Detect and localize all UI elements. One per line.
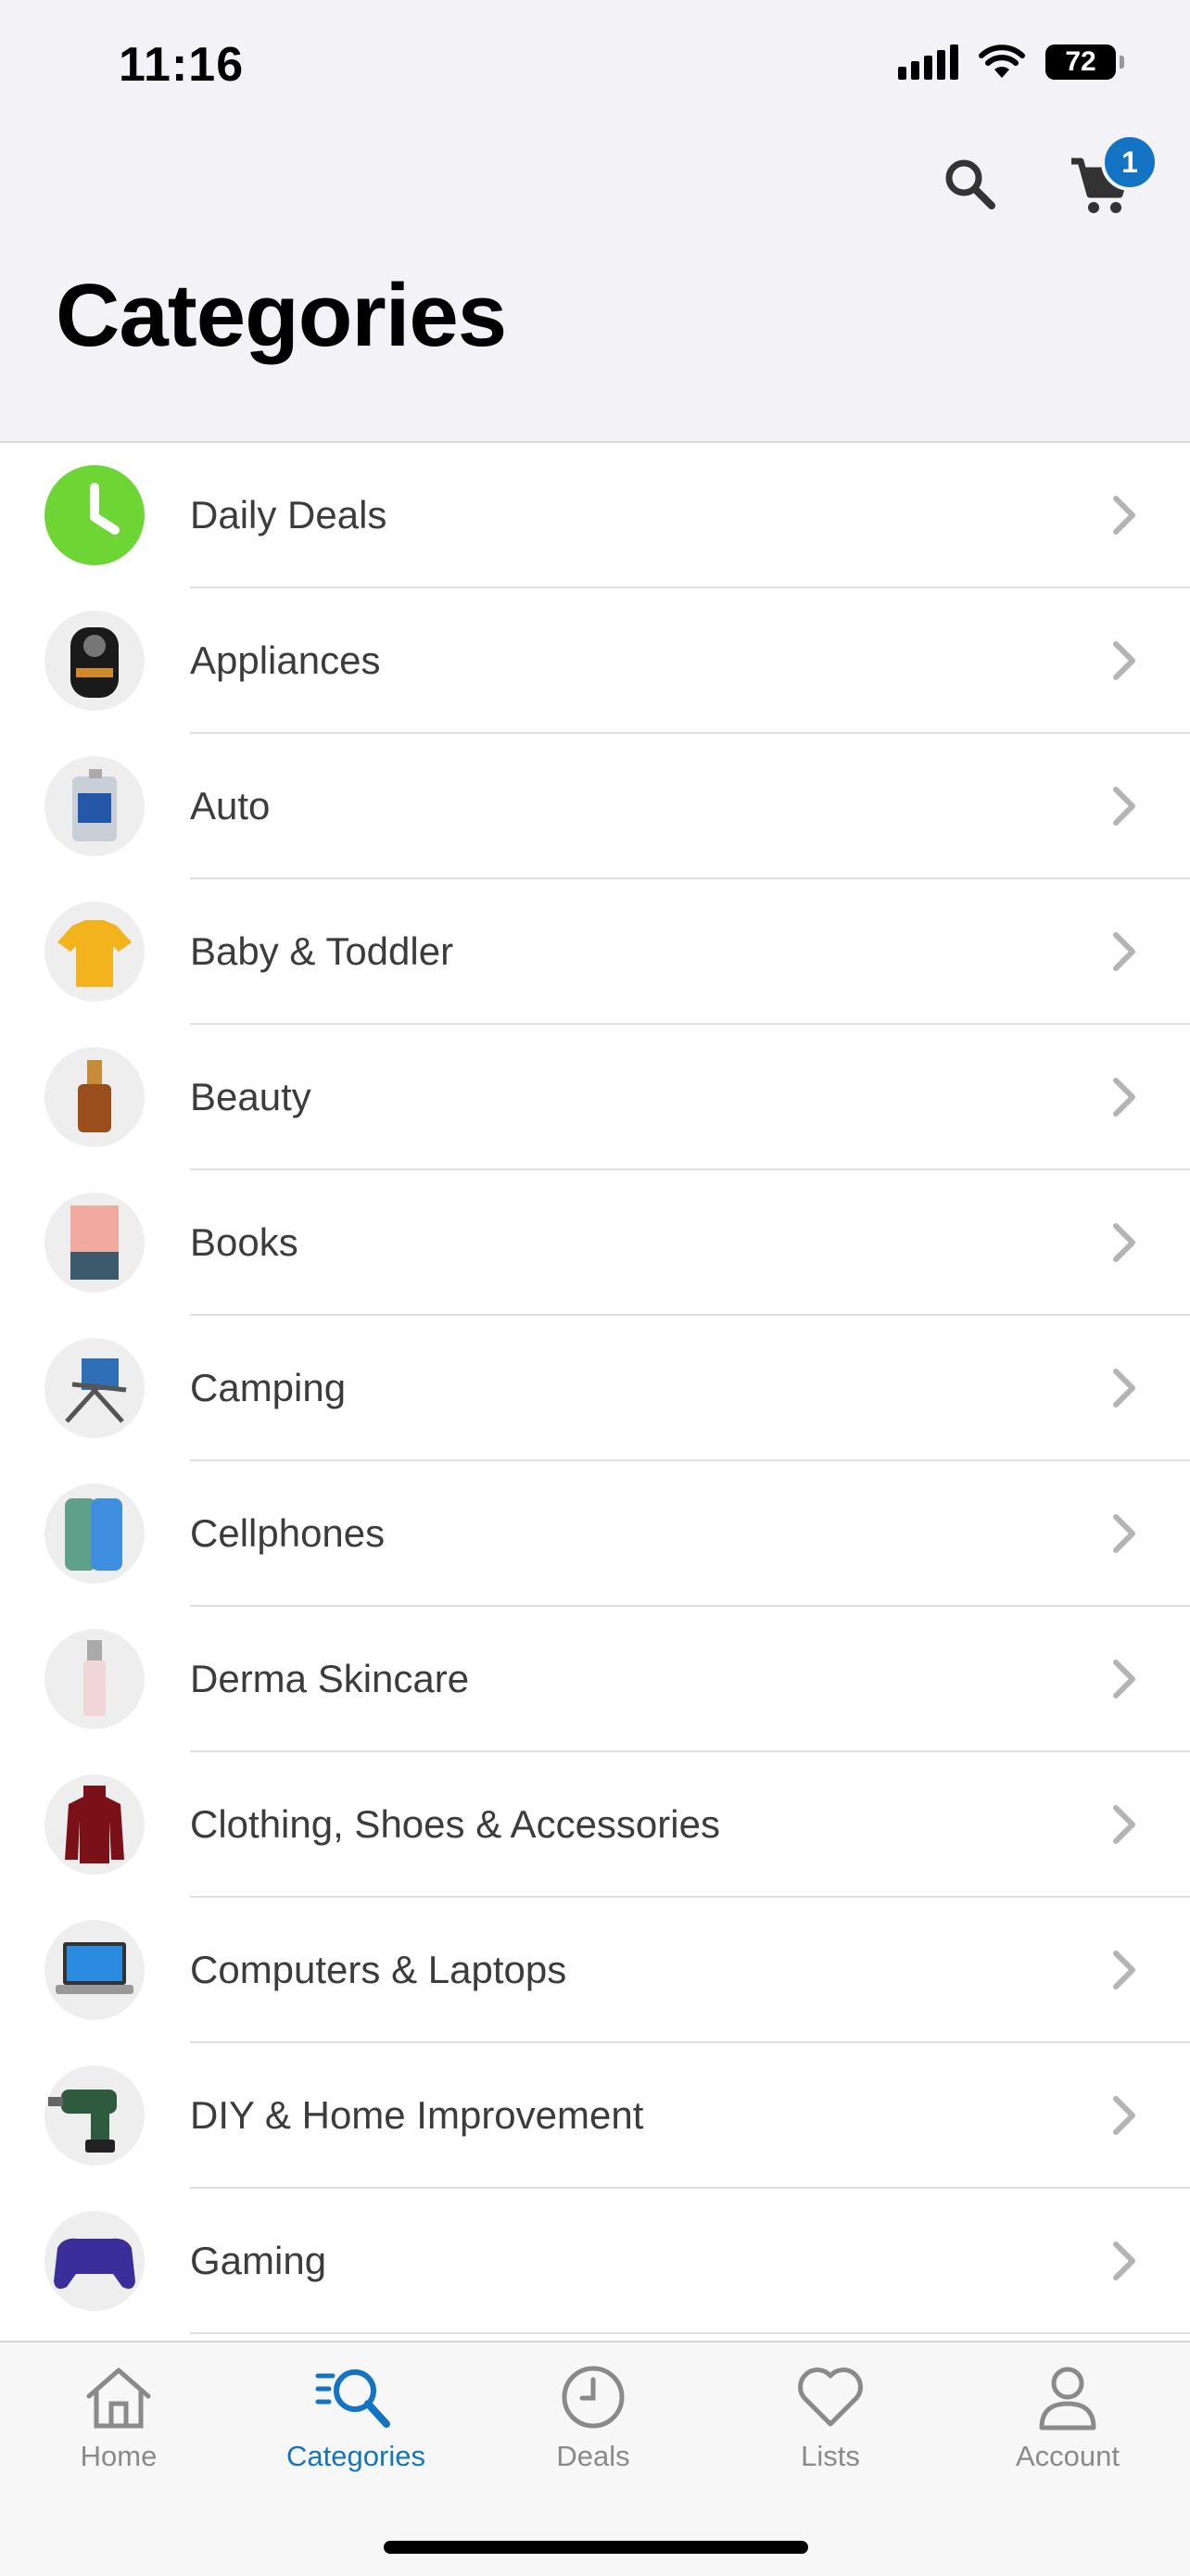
person-icon [1039,2367,1096,2431]
status-time: 11:16 [119,38,245,92]
category-row-beauty[interactable]: Beauty [0,1025,1190,1170]
tab-label: Lists [801,2440,860,2472]
laptop-image [44,1920,145,2020]
category-row-daily-deals[interactable]: Daily Deals [0,443,1190,588]
tab-label: Home [80,2440,158,2472]
category-label: Books [190,1220,298,1264]
heart-icon [798,2368,863,2427]
category-label: Clothing, Shoes & Accessories [190,1802,720,1846]
category-label: Beauty [190,1075,311,1118]
air-fryer-image [44,611,145,711]
page-title: Categories [56,266,507,365]
category-row-diy[interactable]: DIY & Home Improvement [0,2043,1190,2189]
tab-bar: Home Categories Deals Lists Account [0,2341,1190,2576]
category-row-camping[interactable]: Camping [0,1316,1190,1461]
category-label: Gaming [190,2239,327,2282]
category-label: Appliances [190,638,381,682]
categories-search-icon [315,2369,390,2428]
baby-onesie-image [44,902,145,1002]
search-icon[interactable] [940,154,999,213]
category-row-gaming[interactable]: Gaming [0,2189,1190,2334]
home-icon [86,2368,151,2429]
clock-icon [44,465,145,565]
motor-oil-image [44,756,145,856]
category-label: Computers & Laptops [190,1948,567,1991]
chevron-right-icon [1113,1078,1135,1117]
serum-bottle-image [44,1629,145,1729]
category-label: Derma Skincare [190,1657,470,1700]
smartphone-image [44,1484,145,1584]
clock-icon [562,2366,625,2429]
category-label: DIY & Home Improvement [190,2093,644,2137]
tab-categories[interactable]: Categories [263,2363,449,2473]
chevron-right-icon [1113,1369,1135,1408]
tab-label: Categories [286,2440,425,2472]
tab-lists[interactable]: Lists [738,2363,923,2473]
category-label: Camping [190,1366,347,1409]
camping-chair-image [44,1338,145,1438]
category-list: Daily Deals Appliances Auto Baby & Toddl… [0,443,1190,2334]
category-row-baby-toddler[interactable]: Baby & Toddler [0,879,1190,1025]
chevron-right-icon [1113,2096,1135,2135]
chevron-right-icon [1113,932,1135,971]
chevron-right-icon [1113,2241,1135,2280]
category-row-cellphones[interactable]: Cellphones [0,1461,1190,1607]
category-row-derma-skincare[interactable]: Derma Skincare [0,1607,1190,1752]
chevron-right-icon [1113,641,1135,680]
category-label: Auto [190,784,271,827]
category-label: Cellphones [190,1511,386,1555]
chevron-right-icon [1113,1514,1135,1553]
battery-indicator: 72 [1045,44,1124,80]
foundation-bottle-image [44,1047,145,1147]
status-icons: 72 [898,44,1124,80]
chevron-right-icon [1113,496,1135,535]
chevron-right-icon [1113,1951,1135,1989]
cellular-signal-icon [898,44,958,80]
row-divider [190,2332,1190,2334]
category-row-computers[interactable]: Computers & Laptops [0,1898,1190,2043]
wifi-icon [979,44,1025,78]
cart-count-badge[interactable]: 1 [1101,133,1158,191]
controller-image [44,2211,145,2311]
category-row-clothing[interactable]: Clothing, Shoes & Accessories [0,1752,1190,1898]
tab-home[interactable]: Home [26,2363,211,2473]
category-row-auto[interactable]: Auto [0,734,1190,879]
turtleneck-image [44,1774,145,1875]
tab-account[interactable]: Account [975,2363,1160,2473]
drill-image [44,2065,145,2166]
category-label: Baby & Toddler [190,929,454,973]
chevron-right-icon [1113,1223,1135,1262]
tab-deals[interactable]: Deals [500,2363,686,2473]
chevron-right-icon [1113,1660,1135,1698]
tab-label: Deals [556,2440,630,2472]
header: 11:16 72 1 Categories [0,0,1190,443]
chevron-right-icon [1113,787,1135,826]
category-label: Daily Deals [190,493,387,537]
category-row-books[interactable]: Books [0,1170,1190,1316]
tab-label: Account [1015,2440,1120,2472]
category-row-appliances[interactable]: Appliances [0,588,1190,734]
book-cover-image [44,1193,145,1293]
chevron-right-icon [1113,1805,1135,1844]
home-indicator [384,2541,808,2554]
